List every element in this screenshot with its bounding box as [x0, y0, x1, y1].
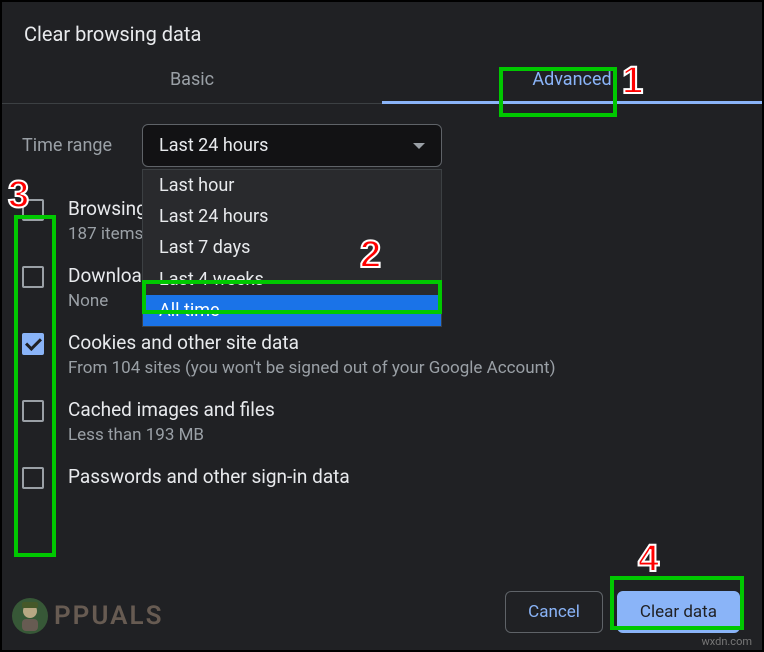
list-item[interactable]: Passwords and other sign-in data: [22, 455, 742, 502]
time-range-option[interactable]: Last hour: [143, 170, 441, 201]
list-item-texts: Cached images and files Less than 193 MB: [68, 398, 275, 445]
item-sub: Less than 193 MB: [68, 425, 275, 445]
annotation-number-1: 1: [622, 60, 643, 103]
list-item[interactable]: Cached images and files Less than 193 MB: [22, 388, 742, 455]
clear-data-button[interactable]: Clear data: [617, 591, 740, 633]
tab-basic[interactable]: Basic: [2, 56, 382, 103]
dialog-content: Time range Last 24 hours Last hour Last …: [2, 104, 762, 554]
appuals-avatar-icon: [10, 596, 50, 636]
time-range-dropdown[interactable]: Last 24 hours Last hour Last 24 hours La…: [142, 124, 442, 167]
time-range-option[interactable]: Last 24 hours: [143, 201, 441, 232]
item-title: Cached images and files: [68, 398, 275, 421]
chevron-down-icon: [413, 143, 425, 149]
time-range-label: Time range: [22, 135, 112, 156]
tab-bar: Basic Advanced: [2, 56, 762, 104]
list-item-texts: Cookies and other site data From 104 sit…: [68, 331, 556, 378]
time-range-row: Time range Last 24 hours Last hour Last …: [22, 124, 742, 167]
appuals-logo-text: PPUALS: [54, 601, 163, 631]
time-range-selected: Last 24 hours: [159, 135, 268, 156]
list-item-texts: Passwords and other sign-in data: [68, 465, 350, 492]
time-range-option[interactable]: Last 4 weeks: [143, 264, 441, 295]
annotation-number-3: 3: [8, 174, 29, 217]
item-sub: From 104 sites (you won't be signed out …: [68, 358, 556, 378]
checkbox-cookies[interactable]: [22, 333, 44, 355]
time-range-option-all-time[interactable]: All time: [143, 295, 441, 326]
annotation-number-2: 2: [360, 234, 381, 277]
item-title: Passwords and other sign-in data: [68, 465, 350, 488]
checkbox-cached-images[interactable]: [22, 400, 44, 422]
cancel-button[interactable]: Cancel: [505, 591, 603, 633]
time-range-dropdown-menu: Last hour Last 24 hours Last 7 days Last…: [142, 169, 442, 327]
time-range-option[interactable]: Last 7 days: [143, 232, 441, 263]
list-item[interactable]: Cookies and other site data From 104 sit…: [22, 321, 742, 388]
checkbox-download-history[interactable]: [22, 266, 44, 288]
checkbox-passwords[interactable]: [22, 467, 44, 489]
dialog-title: Clear browsing data: [2, 2, 762, 56]
time-range-dropdown-toggle[interactable]: Last 24 hours: [142, 124, 442, 167]
item-title: Cookies and other site data: [68, 331, 556, 354]
annotation-number-4: 4: [638, 538, 659, 581]
watermark: wxdn.com: [702, 635, 752, 648]
tab-advanced[interactable]: Advanced: [382, 56, 762, 103]
appuals-logo: PPUALS: [10, 596, 163, 636]
